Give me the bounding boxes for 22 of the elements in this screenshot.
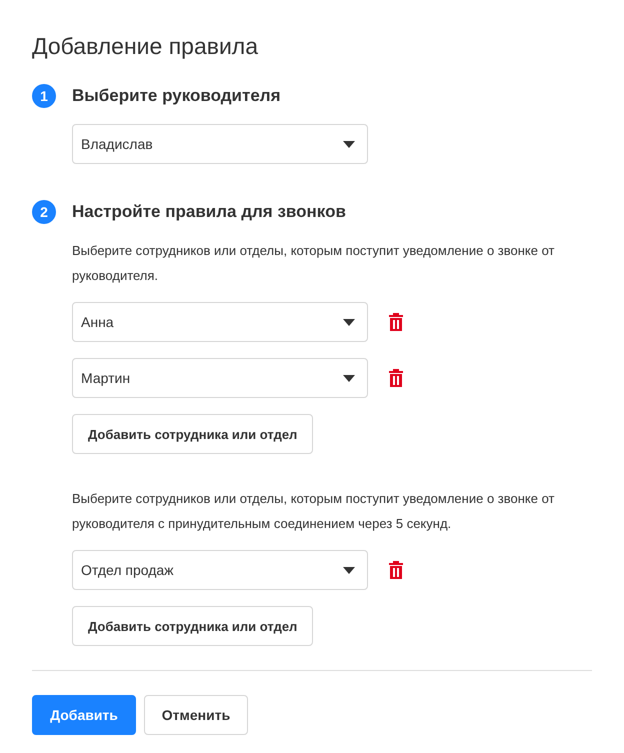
employee-select[interactable]: Анна [72, 302, 368, 342]
employee-select[interactable]: Отдел продаж [72, 550, 368, 590]
description-text: Выберите сотрудников или отделы, которым поступит уведомление о звонке от руководителя с принудительным соединением через 5 секунд. [72, 490, 556, 533]
trash-icon[interactable] [388, 312, 404, 332]
caret-icon [343, 318, 355, 326]
caret-icon [343, 566, 355, 574]
caret-icon [343, 140, 355, 148]
employee-select[interactable]: Мартин [72, 358, 368, 398]
page-title: Добавление правила [32, 32, 260, 61]
description-text: Выберите сотрудников или отделы, которым поступит уведомление о звонке от руководителя. [72, 242, 556, 285]
step-title: Выберите руководителя [72, 86, 280, 106]
add-employee-button[interactable]: Добавить сотрудника или отдел [72, 606, 314, 646]
add-employee-button[interactable]: Добавить сотрудника или отдел [72, 414, 314, 454]
step-number: 2 [32, 200, 56, 224]
step-number: 1 [32, 84, 56, 108]
add-button[interactable]: Добавить [32, 695, 136, 735]
manager-select[interactable]: Владислав [72, 124, 368, 164]
caret-icon [343, 374, 355, 382]
trash-icon[interactable] [388, 560, 404, 580]
step-title: Настройте правила для звонков [72, 202, 346, 222]
cancel-button[interactable]: Отменить [144, 695, 248, 735]
trash-icon[interactable] [388, 368, 404, 388]
